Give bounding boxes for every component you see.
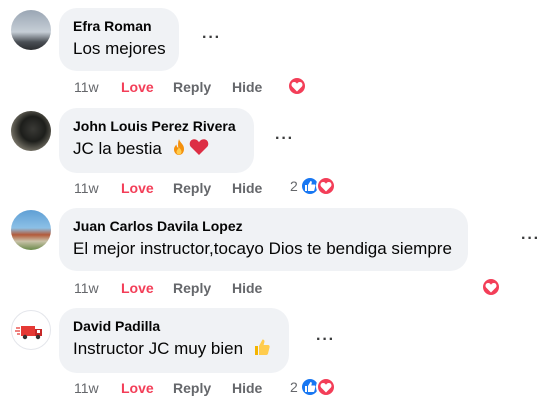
comment-bubble: David Padilla Instructor JC muy bien xyxy=(59,308,289,373)
comment-text-content: JC la bestia xyxy=(73,139,162,158)
comment-timestamp[interactable]: 11w xyxy=(74,380,121,396)
more-options-button[interactable]: ··· xyxy=(521,231,540,247)
comment-timestamp[interactable]: 11w xyxy=(74,79,121,95)
comment-text: Los mejores xyxy=(73,39,166,58)
love-reaction-icon xyxy=(315,377,336,397)
reaction-count: 2 xyxy=(290,178,298,194)
avatar[interactable] xyxy=(11,210,51,250)
hide-button[interactable]: Hide xyxy=(232,380,262,396)
comment-actions: 11w Love Reply Hide xyxy=(74,79,262,95)
love-button[interactable]: Love xyxy=(121,180,173,196)
comment-text-content: Instructor JC muy bien xyxy=(73,339,244,358)
reaction-count: 2 xyxy=(290,379,298,395)
comment-bubble: Juan Carlos Davila Lopez El mejor instru… xyxy=(59,208,468,271)
love-button[interactable]: Love xyxy=(121,380,173,396)
comment-actions: 11w Love Reply Hide xyxy=(74,380,262,396)
comment-author[interactable]: David Padilla xyxy=(73,317,271,335)
delivery-truck-logo xyxy=(15,326,42,340)
more-options-button[interactable]: ··· xyxy=(202,30,221,46)
avatar[interactable] xyxy=(11,10,51,50)
fire-emoji xyxy=(170,138,188,163)
comment-bubble: John Louis Perez Rivera JC la bestia xyxy=(59,108,254,173)
comment-actions: 11w Love Reply Hide xyxy=(74,180,262,196)
comment-text: Instructor JC muy bien xyxy=(73,337,271,363)
hide-button[interactable]: Hide xyxy=(232,180,262,196)
more-options-button[interactable]: ··· xyxy=(275,131,294,147)
comment-author[interactable]: John Louis Perez Rivera xyxy=(73,117,236,135)
love-reaction-icon xyxy=(315,176,336,196)
comment-text: El mejor instructor,tocayo Dios te bendi… xyxy=(73,239,452,258)
reaction-summary[interactable] xyxy=(481,277,501,297)
avatar[interactable] xyxy=(11,310,51,350)
reaction-summary[interactable]: 2 xyxy=(290,377,336,397)
reaction-summary[interactable]: 2 xyxy=(290,176,336,196)
comment-actions: 11w Love Reply Hide xyxy=(74,280,262,296)
avatar[interactable] xyxy=(11,111,51,151)
hide-button[interactable]: Hide xyxy=(232,280,262,296)
red-heart-emoji xyxy=(189,138,209,163)
comment-timestamp[interactable]: 11w xyxy=(74,180,121,196)
thumbs-up-emoji xyxy=(253,338,271,363)
comment-timestamp[interactable]: 11w xyxy=(74,280,121,296)
reply-button[interactable]: Reply xyxy=(173,79,232,95)
comment-author[interactable]: Juan Carlos Davila Lopez xyxy=(73,217,452,235)
reply-button[interactable]: Reply xyxy=(173,280,232,296)
love-reaction-icon xyxy=(481,277,501,297)
love-button[interactable]: Love xyxy=(121,79,173,95)
hide-button[interactable]: Hide xyxy=(232,79,262,95)
comment-author[interactable]: Efra Roman xyxy=(73,17,166,35)
reply-button[interactable]: Reply xyxy=(173,180,232,196)
love-button[interactable]: Love xyxy=(121,280,173,296)
more-options-button[interactable]: ··· xyxy=(316,332,335,348)
reply-button[interactable]: Reply xyxy=(173,380,232,396)
reaction-summary[interactable] xyxy=(287,76,307,96)
comment-text: JC la bestia xyxy=(73,137,236,163)
love-reaction-icon xyxy=(287,76,307,96)
comment-bubble: Efra Roman Los mejores xyxy=(59,8,179,71)
